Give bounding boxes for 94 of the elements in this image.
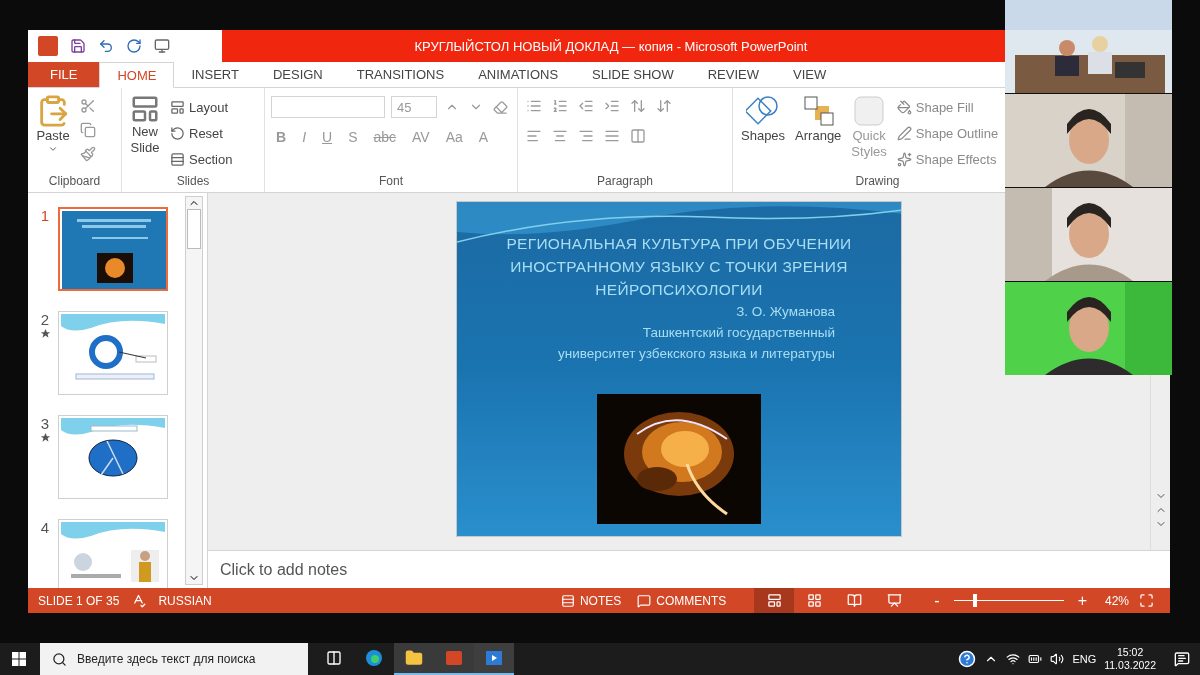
shapes-button[interactable]: Shapes [739,94,788,172]
copy-icon[interactable] [80,122,96,138]
volume-icon[interactable] [1050,652,1065,666]
monitor-icon[interactable] [154,38,170,54]
powerpoint-icon [445,649,463,667]
notes-button[interactable]: NOTES [552,588,630,613]
taskbar-button[interactable] [434,643,474,675]
slide-title: РЕГИОНАЛЬНАЯ КУЛЬТУРА ПРИ ОБУЧЕНИИ ИНОСТРАННОМУ ЯЗЫКУ С ТОЧКИ ЗРЕНИЯ НЕЙРОПСИХОЛОГИИ [506,234,852,300]
increase-indent-icon[interactable] [604,98,620,114]
paint-bucket-icon [896,99,912,115]
scroll-thumb[interactable] [187,209,201,249]
battery-icon[interactable] [1028,652,1043,666]
network-icon[interactable] [1006,652,1021,666]
spelling-icon [131,593,147,608]
notifications-icon[interactable] [1174,651,1190,667]
help-icon[interactable] [958,650,977,668]
folder-icon [405,649,423,667]
ribbon-button[interactable]: Reset [168,122,235,144]
slide-layout-icon [130,94,160,124]
section-icon [170,151,185,167]
view-button[interactable] [754,588,795,613]
ribbon-tab[interactable]: HOME [99,62,175,88]
book-icon [846,593,862,608]
taskbar-button[interactable] [474,643,514,675]
pen-icon [896,125,912,141]
task-view-icon [326,650,342,666]
windows-logo-icon[interactable] [12,652,26,666]
search-field[interactable]: Введите здесь текст для поиска [40,643,308,675]
notes-field[interactable]: Click to add notes [208,550,1170,588]
file-tab[interactable]: FILE [28,62,100,87]
bullets-icon[interactable] [526,98,542,114]
group-label: Font [378,173,404,190]
window-title: КРУГЛЫЙСТОЛ НОВЫЙ ДОКЛАД — копия - Microsoft PowerPoint [414,38,808,54]
slide-number: 4 [40,519,50,536]
scrollbar[interactable] [185,196,203,585]
caret-icon [48,144,58,154]
line-spacing-icon[interactable] [630,98,646,114]
justify-icon[interactable] [604,128,620,144]
sparkles-icon [896,151,912,167]
zoom-thumb[interactable] [972,594,977,607]
group-label: Drawing [854,173,901,190]
group-label: Paragraph [595,173,654,190]
style-icon [852,94,887,128]
numbering-icon[interactable] [552,98,568,114]
grid-icon [806,593,822,608]
zoom-in-button[interactable]: + [1069,588,1095,613]
undo-icon[interactable] [98,38,114,54]
zoom-out-button[interactable]: - [926,588,948,613]
ribbon-button[interactable]: Shape Effects [894,148,1001,170]
paste-button[interactable]: Paste [34,94,72,172]
align-left-icon[interactable] [526,128,542,144]
search-icon [52,651,67,667]
presentation-icon [886,593,902,608]
ribbon-button[interactable]: Section [168,148,235,170]
columns-icon[interactable] [630,128,646,144]
fit-icon[interactable] [1139,593,1154,608]
group-label: Slides [175,173,211,190]
zoom-level: 42% [1104,593,1129,608]
slide-counter: SLIDE 1 OF 35 [38,593,120,608]
cut-icon[interactable] [80,98,96,114]
ribbon-button[interactable]: Shape Fill [894,96,1001,118]
clock-date[interactable]: 11.03.2022 [1104,659,1156,672]
normal-view-icon [766,593,782,608]
ribbon-button[interactable]: Shape Outline [894,122,1001,144]
arrange-icon [801,94,836,128]
decrease-indent-icon[interactable] [578,98,594,114]
font-field[interactable] [271,96,385,118]
save-icon[interactable] [70,38,86,54]
new-slide-button[interactable]: New Slide [128,94,162,172]
slide-number: 3 [40,415,50,432]
brush-icon[interactable] [80,146,96,162]
ribbon-button[interactable]: Layout [168,96,235,118]
browser-icon [365,649,383,667]
align-right-icon[interactable] [578,128,594,144]
slide-number: 1 [40,207,50,224]
slide-subtitle: З. О. Жуманова Ташкентский государственный университет узбекского языка и литературы [557,303,836,363]
comments-button[interactable]: COMMENTS [629,588,735,613]
arrange-button[interactable]: Arrange [793,94,844,172]
language-label: RUSSIAN [158,593,212,608]
notes-icon [560,593,575,608]
text-direction-icon[interactable] [656,98,672,114]
taskbar-button[interactable] [394,643,434,675]
redo-icon[interactable] [126,38,142,54]
group-label: Clipboard [47,173,102,190]
powerpoint-logo-icon [38,36,58,56]
align-center-icon[interactable] [552,128,568,144]
reset-icon [170,125,185,141]
eraser-icon[interactable] [493,99,508,115]
clock-time[interactable]: 15:02 [1116,646,1144,659]
video-app-icon [485,649,503,667]
keyboard-language[interactable]: ENG [1072,653,1097,665]
layout-icon [170,99,185,115]
slide-number: 2 [40,311,50,328]
comment-icon [637,593,652,608]
